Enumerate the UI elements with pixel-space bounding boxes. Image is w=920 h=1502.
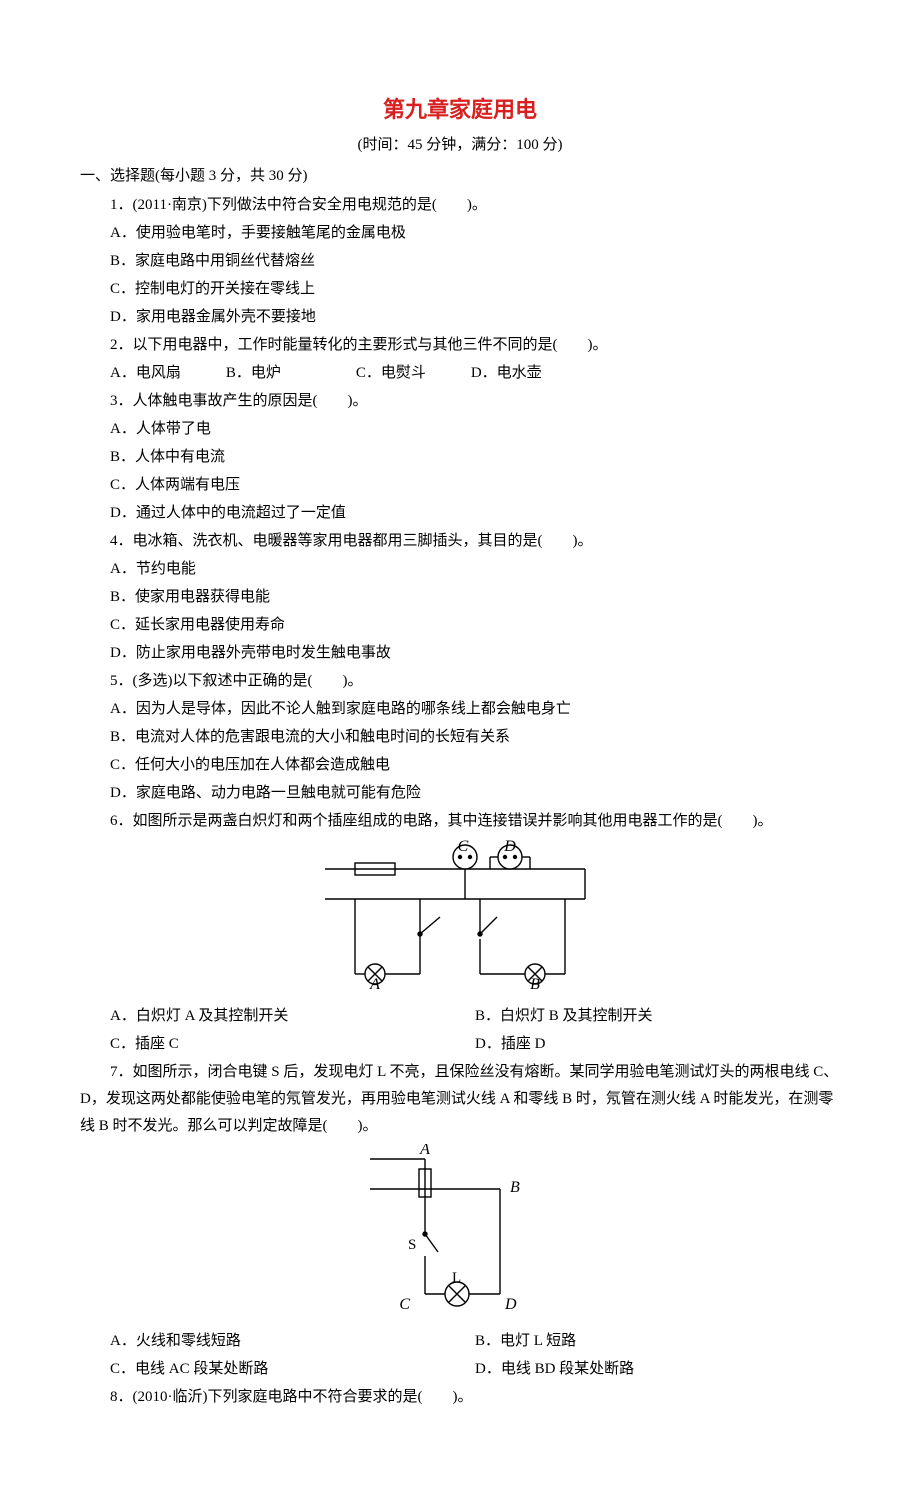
q6-opt-a: A．白炽灯 A 及其控制开关	[80, 1003, 475, 1030]
q1-stem: 1．(2011·南京)下列做法中符合安全用电规范的是( )。	[80, 192, 840, 219]
q7-stem: 7．如图所示，闭合电键 S 后，发现电灯 L 不亮，且保险丝没有熔断。某同学用验…	[80, 1059, 840, 1140]
q5-opt-a: A．因为人是导体，因此不论人触到家庭电路的哪条线上都会触电身亡	[80, 696, 840, 723]
q5-opt-b: B．电流对人体的危害跟电流的大小和触电时间的长短有关系	[80, 724, 840, 751]
q4-stem: 4．电冰箱、洗衣机、电暖器等家用电器都用三脚插头，其目的是( )。	[80, 528, 840, 555]
q1-opt-b: B．家庭电路中用铜丝代替熔丝	[80, 248, 840, 275]
q1-opt-c: C．控制电灯的开关接在零线上	[80, 276, 840, 303]
q7-opt-d: D．电线 BD 段某处断路	[475, 1356, 840, 1383]
q3-opt-a: A．人体带了电	[80, 416, 840, 443]
svg-text:S: S	[408, 1237, 416, 1253]
q6-stem: 6．如图所示是两盏白炽灯和两个插座组成的电路，其中连接错误并影响其他用电器工作的…	[80, 808, 840, 835]
q2-stem: 2．以下用电器中，工作时能量转化的主要形式与其他三件不同的是( )。	[80, 332, 840, 359]
section-1-header: 一、选择题(每小题 3 分，共 30 分)	[80, 163, 840, 190]
q1-opt-a: A．使用验电笔时，手要接触笔尾的金属电极	[80, 220, 840, 247]
q3-stem: 3．人体触电事故产生的原因是( )。	[80, 388, 840, 415]
q7-opt-a: A．火线和零线短路	[80, 1328, 475, 1355]
svg-text:C: C	[399, 1296, 410, 1313]
q3-opt-d: D．通过人体中的电流超过了一定值	[80, 500, 840, 527]
q7-circuit-icon: A B C D S L	[370, 1144, 550, 1314]
svg-text:A: A	[419, 1144, 430, 1158]
q5-opt-c: C．任何大小的电压加在人体都会造成触电	[80, 752, 840, 779]
q6-opts-row1: A．白炽灯 A 及其控制开关 B．白炽灯 B 及其控制开关	[80, 1003, 840, 1030]
q1-opt-d: D．家用电器金属外壳不要接地	[80, 304, 840, 331]
q4-opt-b: B．使家用电器获得电能	[80, 584, 840, 611]
q6-opt-b: B．白炽灯 B 及其控制开关	[475, 1003, 840, 1030]
svg-text:D: D	[504, 1296, 517, 1313]
q6-circuit-icon: C D A B	[325, 839, 595, 989]
svg-text:A: A	[369, 976, 380, 989]
q6-opt-c: C．插座 C	[80, 1031, 475, 1058]
q7-figure: A B C D S L	[80, 1144, 840, 1324]
q6-figure: C D A B	[80, 839, 840, 999]
svg-text:D: D	[503, 839, 516, 855]
svg-text:B: B	[530, 976, 540, 989]
q8-stem: 8．(2010·临沂)下列家庭电路中不符合要求的是( )。	[80, 1384, 840, 1411]
svg-text:L: L	[452, 1270, 461, 1286]
q7-opts-row2: C．电线 AC 段某处断路 D．电线 BD 段某处断路	[80, 1356, 840, 1383]
svg-text:C: C	[458, 839, 469, 855]
page-subtitle: (时间：45 分钟，满分：100 分)	[80, 132, 840, 159]
q7-opt-c: C．电线 AC 段某处断路	[80, 1356, 475, 1383]
q6-opts-row2: C．插座 C D．插座 D	[80, 1031, 840, 1058]
q2-options: A．电风扇 B．电炉 C．电熨斗 D．电水壶	[80, 360, 840, 387]
q3-opt-b: B．人体中有电流	[80, 444, 840, 471]
q7-opts-row1: A．火线和零线短路 B．电灯 L 短路	[80, 1328, 840, 1355]
q6-opt-d: D．插座 D	[475, 1031, 840, 1058]
q3-opt-c: C．人体两端有电压	[80, 472, 840, 499]
svg-text:B: B	[510, 1179, 520, 1196]
q5-opt-d: D．家庭电路、动力电路一旦触电就可能有危险	[80, 780, 840, 807]
q4-opt-a: A．节约电能	[80, 556, 840, 583]
q4-opt-c: C．延长家用电器使用寿命	[80, 612, 840, 639]
page-title: 第九章家庭用电	[80, 90, 840, 130]
q4-opt-d: D．防止家用电器外壳带电时发生触电事故	[80, 640, 840, 667]
q5-stem: 5．(多选)以下叙述中正确的是( )。	[80, 668, 840, 695]
q7-opt-b: B．电灯 L 短路	[475, 1328, 840, 1355]
